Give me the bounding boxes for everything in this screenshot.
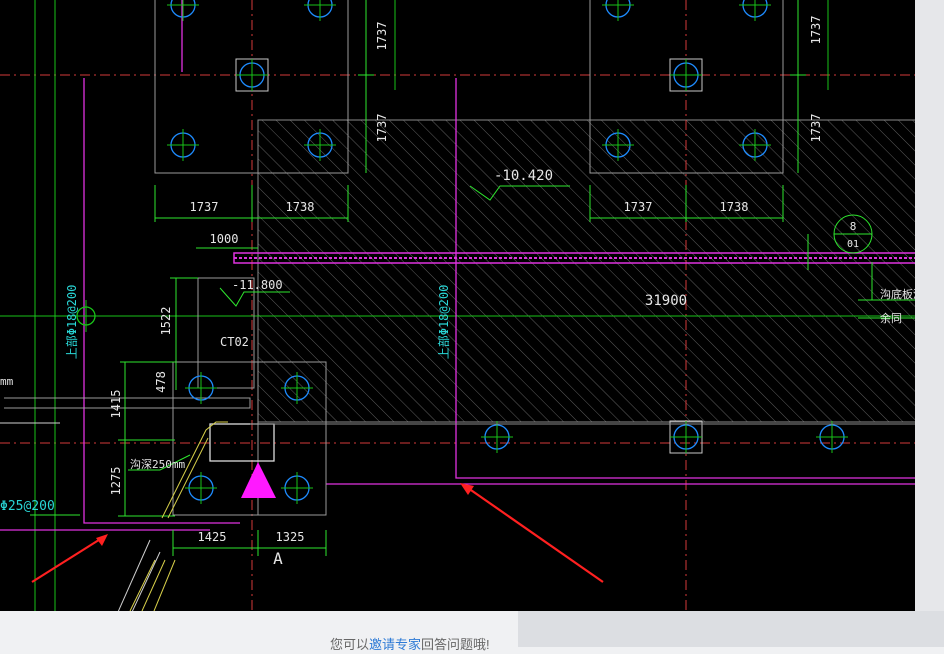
invite-expert-note: 您可以邀请专家回答问题哦! bbox=[330, 636, 490, 654]
pile-4 bbox=[739, 0, 771, 21]
dim-top-left-vert-1: 1737 bbox=[375, 22, 389, 51]
cad-drawing-svg[interactable]: 1737 1737 1737 1737 1737 1738 1737 1738 … bbox=[0, 0, 915, 611]
annotation-arrows bbox=[31, 483, 604, 583]
cad-drawing-canvas[interactable]: 1737 1737 1737 1737 1737 1738 1737 1738 … bbox=[0, 0, 915, 611]
pile-5 bbox=[235, 58, 269, 92]
invite-note-suffix: 回答问题哦! bbox=[421, 637, 490, 652]
footer-right-panel bbox=[518, 611, 944, 647]
pile-15 bbox=[481, 421, 513, 453]
invite-note-prefix: 您可以 bbox=[330, 637, 370, 652]
pile-7 bbox=[167, 129, 199, 161]
slope-lines bbox=[129, 421, 915, 611]
dim-478: 478 bbox=[154, 371, 168, 393]
dim-1000: 1000 bbox=[210, 232, 239, 246]
axis-letter: A bbox=[273, 549, 283, 568]
pile-6 bbox=[669, 58, 703, 92]
note-2: 余同 bbox=[880, 311, 902, 325]
axis-marker-triangle bbox=[241, 462, 276, 498]
right-scroll-gutter[interactable] bbox=[915, 0, 944, 611]
dim-1275: 1275 bbox=[109, 467, 123, 496]
cap-code: CT02 bbox=[220, 335, 249, 349]
pile-3 bbox=[602, 0, 634, 21]
dim-1415: 1415 bbox=[109, 390, 123, 419]
note-1: 沟底板深 bbox=[880, 287, 915, 301]
pile-14 bbox=[281, 472, 313, 504]
dim-1522: 1522 bbox=[159, 307, 173, 336]
pile-2 bbox=[304, 0, 336, 21]
hatched-slab bbox=[257, 119, 915, 423]
elevation-main: -10.420 bbox=[494, 168, 553, 184]
pile-17 bbox=[816, 421, 848, 453]
rebar-label-mid: 上部Φ18@200 bbox=[436, 285, 451, 360]
depth-note: 沟深250mm bbox=[130, 458, 185, 471]
pile-16 bbox=[669, 420, 703, 454]
construction-lines bbox=[0, 422, 161, 611]
pile-13 bbox=[185, 472, 217, 504]
dim-1325: 1325 bbox=[276, 530, 305, 544]
dim-left-group-h1: 1737 bbox=[190, 200, 219, 214]
rebar-label-left: 上部Φ18@200 bbox=[64, 285, 79, 360]
left-edge-text: mm bbox=[0, 375, 14, 388]
pile-1 bbox=[167, 0, 199, 21]
dim-top-right-vert-1: 1737 bbox=[809, 16, 823, 45]
section-top: 8 bbox=[850, 220, 857, 233]
dim-right-group-h1: 1737 bbox=[624, 200, 653, 214]
invite-expert-link[interactable]: 邀请专家 bbox=[369, 637, 421, 652]
dim-31900: 31900 bbox=[645, 293, 687, 309]
dim-right-group-h2: 1738 bbox=[720, 200, 749, 214]
dim-top-right-vert-2: 1737 bbox=[809, 114, 823, 143]
elevation-small: -11.800 bbox=[232, 278, 283, 292]
dim-top-left-vert-2: 1737 bbox=[375, 114, 389, 143]
pile-11 bbox=[185, 372, 217, 404]
rebar-label-bottom: Φ25@200 bbox=[0, 499, 55, 514]
dim-1425: 1425 bbox=[198, 530, 227, 544]
dim-left-group-h2: 1738 bbox=[286, 200, 315, 214]
section-bottom: 01 bbox=[847, 239, 859, 250]
